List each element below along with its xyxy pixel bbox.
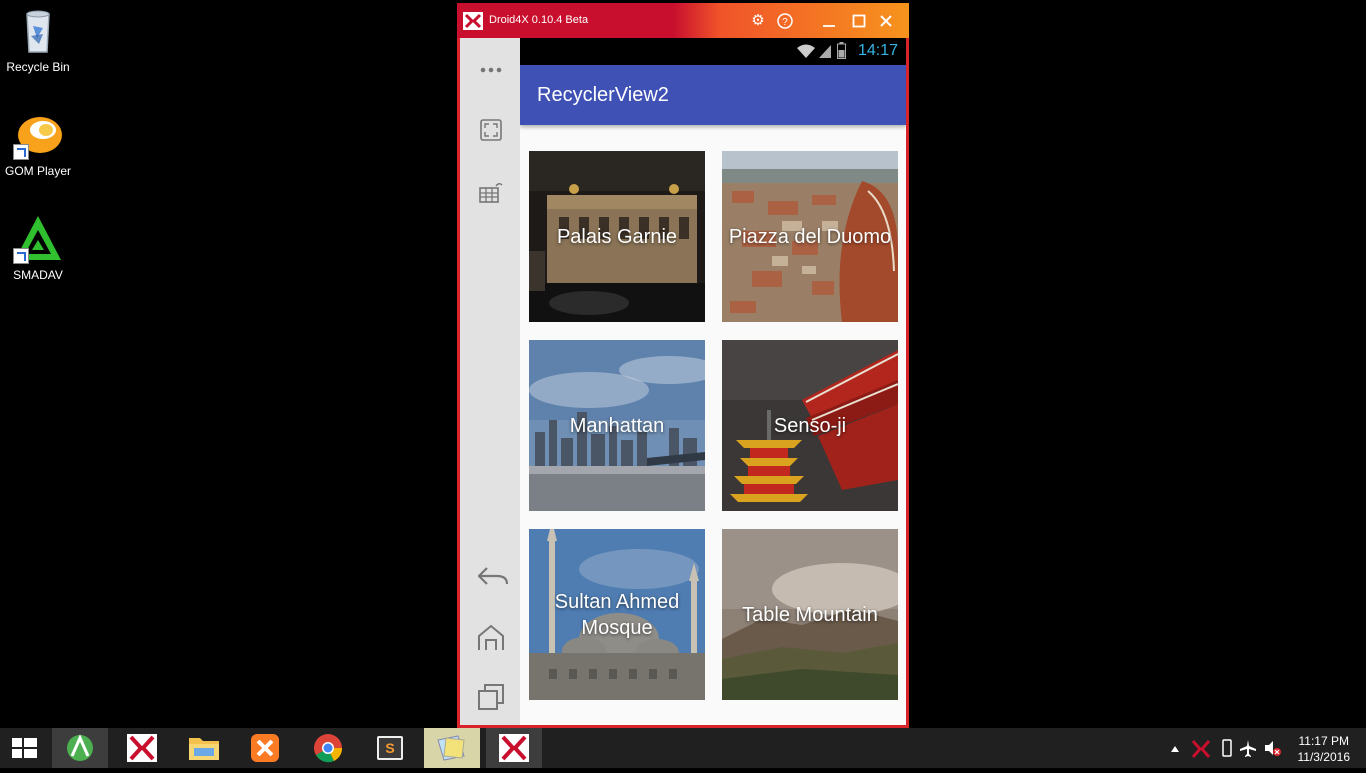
- back-icon[interactable]: [475, 560, 509, 592]
- clock-time: 11:17 PM: [1298, 734, 1349, 748]
- place-card-manhattan[interactable]: Manhattan: [529, 340, 705, 511]
- smadav-icon: [13, 214, 63, 264]
- svg-text:?: ?: [782, 17, 788, 28]
- card-caption: Manhattan: [569, 414, 665, 437]
- fullscreen-icon[interactable]: [475, 114, 507, 146]
- file-icon: [437, 735, 465, 761]
- gom-player-icon: [13, 110, 63, 160]
- taskbar-chrome[interactable]: [300, 728, 356, 768]
- home-icon[interactable]: [475, 622, 507, 654]
- desktop-icon-smadav[interactable]: SMADAV: [4, 214, 72, 282]
- status-time: 14:17: [857, 42, 898, 59]
- battery-icon: [837, 42, 846, 64]
- android-studio-icon: [67, 734, 93, 761]
- clock-date: 11/3/2016: [1297, 750, 1351, 764]
- svg-text:S: S: [385, 740, 394, 756]
- tray-phone-icon[interactable]: [1218, 728, 1236, 768]
- settings-gear-icon[interactable]: ⚙: [747, 10, 769, 32]
- status-bar: 14:17: [520, 38, 906, 65]
- desktop-icon-label: SMADAV: [13, 268, 63, 282]
- droid4x-icon: [127, 734, 157, 762]
- recycle-bin-icon: [13, 6, 63, 56]
- taskbar-sublime-text[interactable]: S: [362, 728, 418, 768]
- place-card-sultan-ahmed-mosque[interactable]: Sultan Ahmed Mosque: [529, 529, 705, 700]
- desktop-icon-label: Recycle Bin: [6, 60, 70, 74]
- shortcut-arrow-icon: [13, 144, 29, 160]
- place-card-palais-garnier[interactable]: Palais Garnie: [529, 151, 705, 322]
- taskbar-file-manager-active[interactable]: [424, 728, 480, 768]
- desktop-icon-label: GOM Player: [4, 164, 71, 178]
- taskbar-xampp[interactable]: [238, 728, 294, 768]
- taskbar-droid4x[interactable]: [114, 728, 170, 768]
- folder-icon: [189, 738, 219, 760]
- minimize-icon[interactable]: [818, 10, 840, 32]
- card-caption: Senso-ji: [773, 414, 847, 437]
- tray-droid4x-icon[interactable]: [1190, 728, 1212, 768]
- card-caption: Piazza del Duomo: [728, 225, 892, 248]
- taskbar: S 11:17 PM 11/3/2016: [0, 728, 1366, 768]
- taskbar-file-explorer[interactable]: [176, 728, 232, 768]
- maximize-icon[interactable]: [848, 10, 870, 32]
- android-screen: 14:17 RecyclerView2 Palais Garnie Piazza…: [520, 38, 906, 725]
- close-icon[interactable]: [875, 10, 897, 32]
- card-caption: Palais Garnie: [556, 225, 678, 248]
- start-button[interactable]: [0, 728, 50, 768]
- show-hidden-icons-chevron-up-icon[interactable]: [1168, 728, 1182, 768]
- app-title: RecyclerView2: [537, 84, 669, 106]
- help-icon[interactable]: ?: [774, 10, 796, 32]
- wifi-icon: [796, 43, 816, 64]
- taskbar-android-studio[interactable]: [52, 728, 108, 768]
- emulator-sidebar: [460, 38, 520, 725]
- card-caption: Table Mountain: [742, 603, 878, 626]
- more-options-icon[interactable]: [475, 54, 507, 86]
- recent-apps-icon[interactable]: [475, 681, 507, 713]
- app-bar: RecyclerView2: [520, 65, 906, 125]
- taskbar-droid4x-window[interactable]: [486, 728, 542, 768]
- shortcut-arrow-icon: [13, 248, 29, 264]
- keyboard-keymap-icon[interactable]: [475, 176, 507, 208]
- desktop-icon-gom-player[interactable]: GOM Player: [4, 110, 72, 178]
- signal-icon: [818, 43, 832, 64]
- place-card-table-mountain[interactable]: Table Mountain: [722, 529, 898, 700]
- volume-muted-icon[interactable]: [1262, 728, 1282, 768]
- xampp-icon: [251, 734, 279, 762]
- desktop-icon-recycle-bin[interactable]: Recycle Bin: [4, 6, 72, 74]
- sublime-text-icon: S: [377, 736, 403, 760]
- airplane-mode-icon[interactable]: [1238, 728, 1258, 768]
- emulator-title: Droid4X 0.10.4 Beta: [489, 14, 589, 26]
- chrome-icon: [314, 734, 343, 763]
- droid4x-logo-icon: [463, 12, 483, 30]
- place-card-senso-ji[interactable]: Senso-ji: [722, 340, 898, 511]
- windows-logo-icon: [12, 738, 37, 758]
- emulator-titlebar[interactable]: Droid4X 0.10.4 Beta ⚙ ?: [457, 3, 909, 38]
- emulator-window: Droid4X 0.10.4 Beta ⚙ ? 14:17 RecyclerVi…: [457, 3, 909, 728]
- droid4x-icon: [499, 734, 529, 762]
- place-card-piazza-del-duomo[interactable]: Piazza del Duomo: [722, 151, 898, 322]
- card-caption: Sultan Ahmed Mosque: [554, 590, 680, 639]
- taskbar-clock[interactable]: 11:17 PM 11/3/2016: [1298, 733, 1351, 765]
